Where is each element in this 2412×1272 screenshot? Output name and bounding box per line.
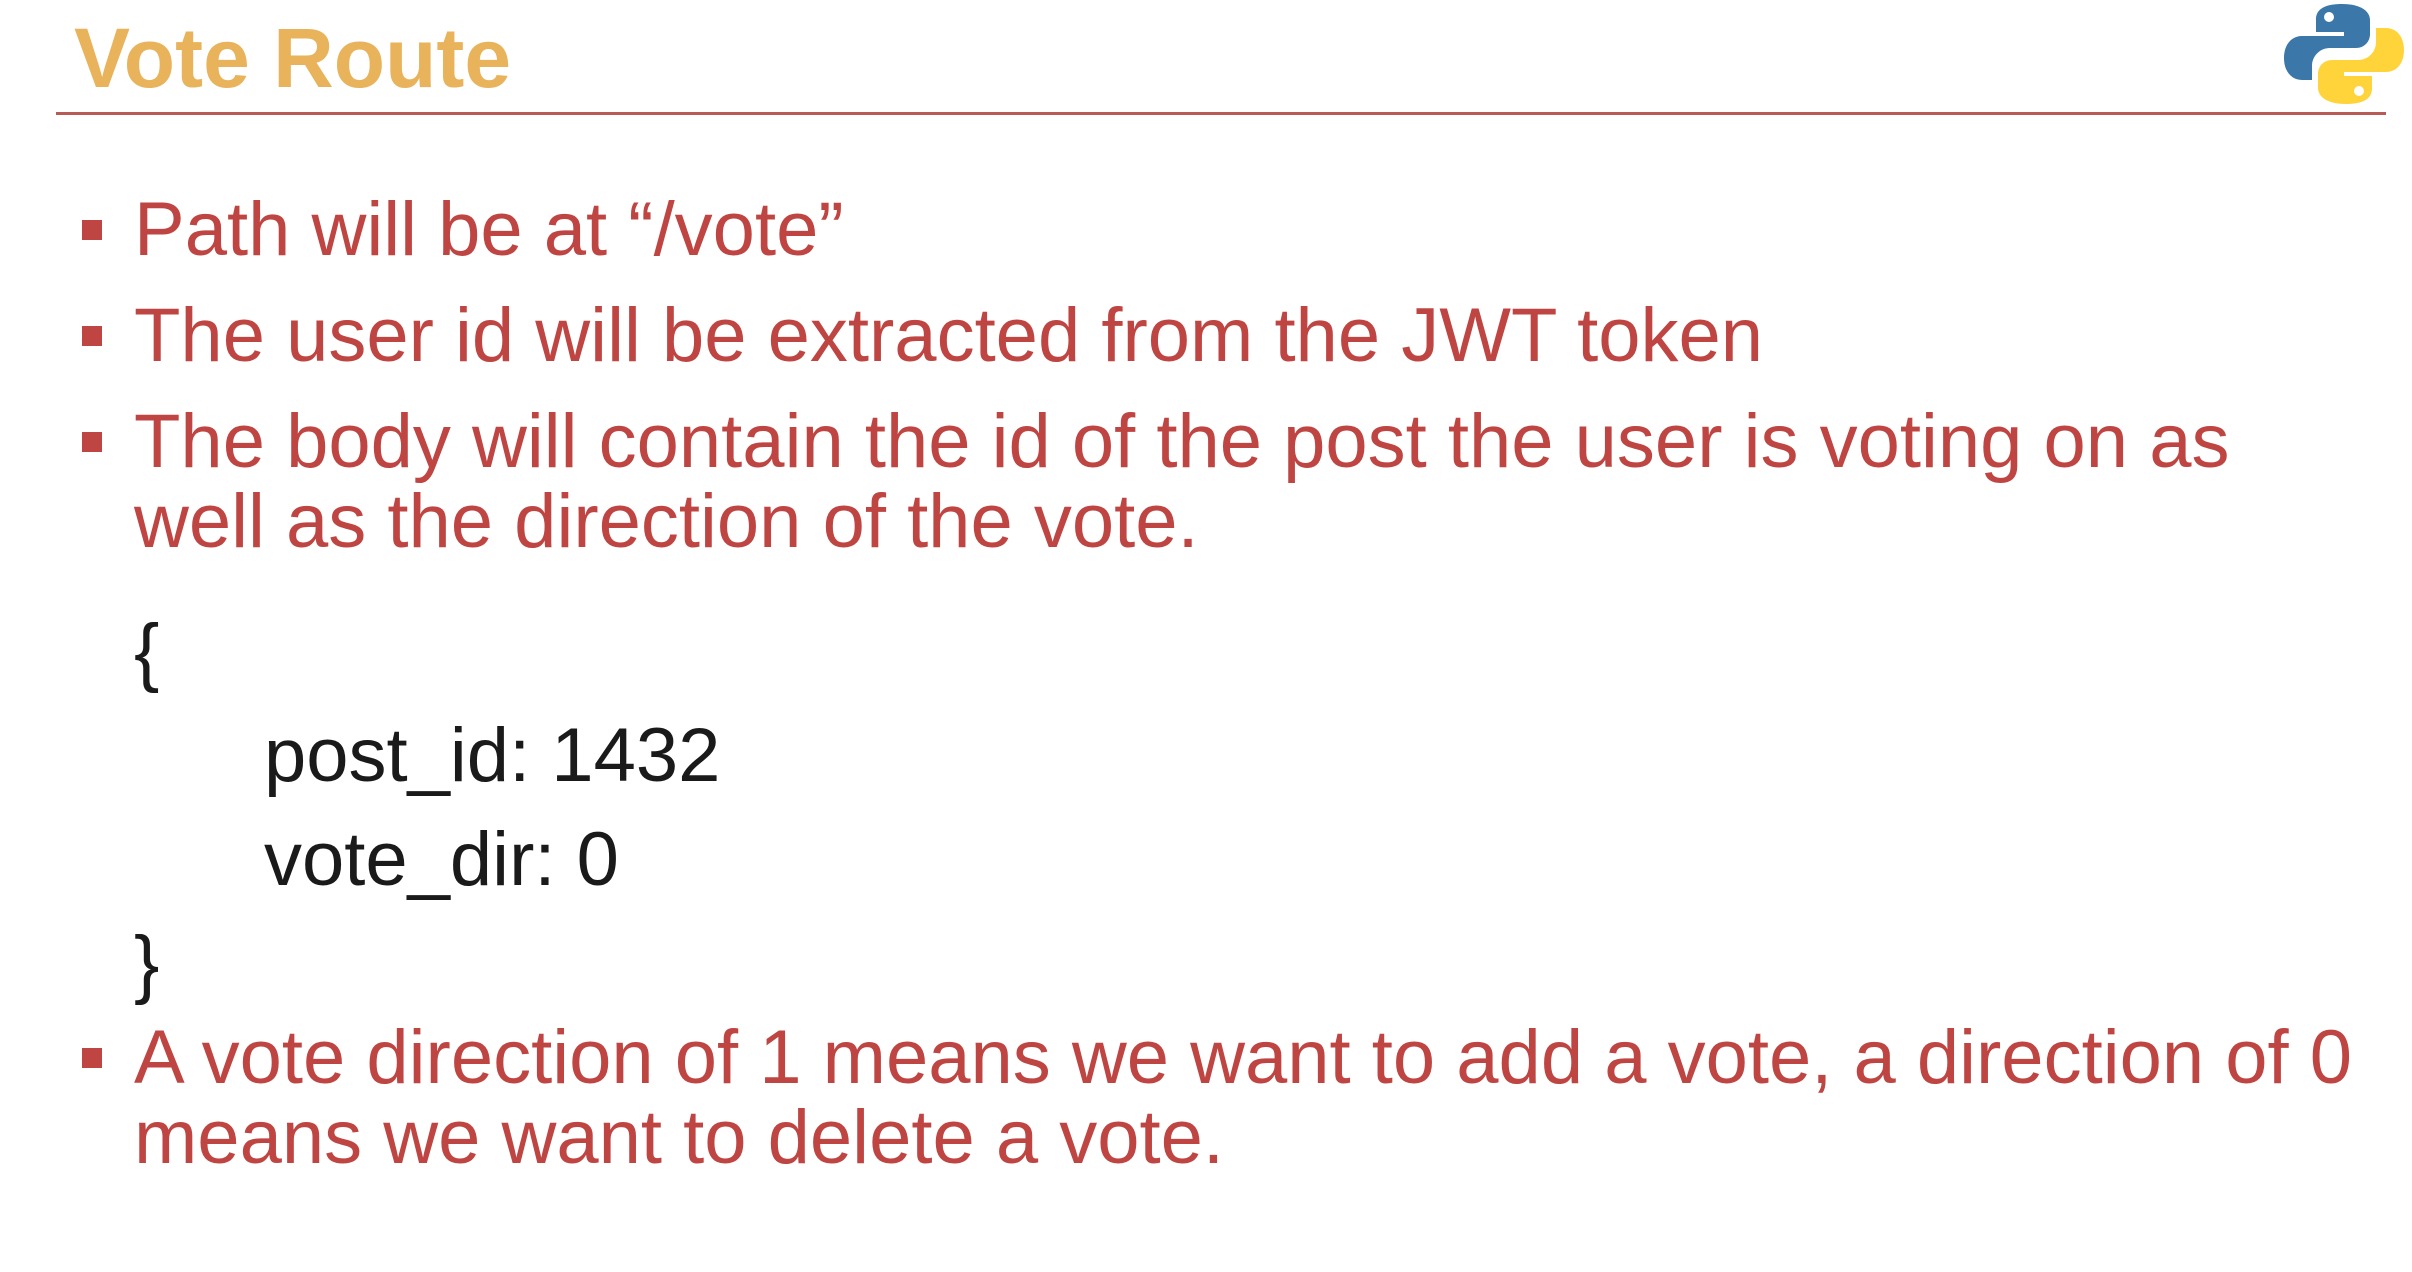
code-open-brace: { — [134, 609, 160, 694]
code-line-vote-dir: vote_dir: 0 — [264, 817, 619, 902]
bullet-item: The body will contain the id of the post… — [78, 402, 2378, 562]
code-example: { post_id: 1432 vote_dir: 0 } — [134, 600, 720, 1016]
slide-title: Vote Route — [74, 11, 512, 105]
title-divider — [56, 112, 2386, 115]
python-logo-icon — [2284, 4, 2404, 104]
bullet-list-continued: A vote direction of 1 means we want to a… — [78, 1018, 2408, 1178]
bullet-marker — [82, 432, 102, 452]
code-close-brace: } — [134, 921, 160, 1006]
bullet-text: The user id will be extracted from the J… — [134, 293, 1764, 378]
bullet-marker — [82, 1048, 102, 1068]
bullet-text: The body will contain the id of the post… — [134, 399, 2230, 564]
code-line-post-id: post_id: 1432 — [264, 713, 721, 798]
bullet-item: A vote direction of 1 means we want to a… — [78, 1018, 2408, 1178]
bullet-text: Path will be at “/vote” — [134, 187, 844, 272]
bullet-text: A vote direction of 1 means we want to a… — [134, 1015, 2352, 1180]
bullet-marker — [82, 326, 102, 346]
bullet-marker — [82, 220, 102, 240]
bullet-item: The user id will be extracted from the J… — [78, 296, 2378, 376]
slide: Vote Route Path will be at “/vote” The u… — [0, 0, 2412, 1272]
bullet-item: Path will be at “/vote” — [78, 190, 2378, 270]
bullet-list: Path will be at “/vote” The user id will… — [78, 190, 2378, 562]
